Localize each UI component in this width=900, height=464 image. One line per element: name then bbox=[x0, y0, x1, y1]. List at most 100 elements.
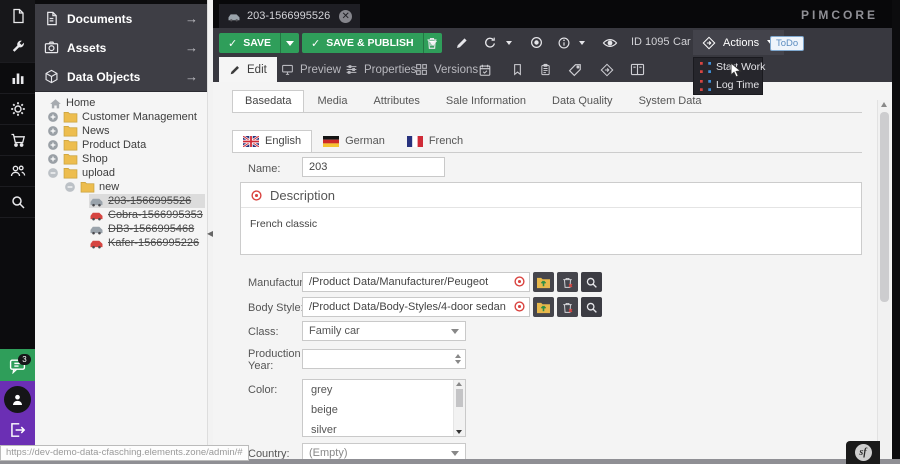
scroll-up-icon[interactable] bbox=[456, 382, 462, 386]
notes-button[interactable] bbox=[503, 57, 531, 82]
body-style-open-folder-button[interactable] bbox=[533, 297, 554, 317]
close-tab-icon[interactable]: ✕ bbox=[339, 10, 352, 23]
logout-button[interactable] bbox=[8, 421, 26, 439]
users-nav-button[interactable] bbox=[0, 155, 35, 187]
reports-nav-button[interactable] bbox=[0, 62, 35, 94]
tab-data-quality[interactable]: Data Quality bbox=[539, 90, 626, 113]
tree-item-new[interactable]: new bbox=[64, 180, 205, 194]
symfony-debug-button[interactable]: sf bbox=[846, 441, 880, 464]
open-object-tab[interactable]: 203-1566995526 ✕ bbox=[219, 4, 360, 28]
tree-item-news[interactable]: News bbox=[47, 124, 205, 138]
content-scrollbar[interactable] bbox=[877, 100, 891, 459]
tools-nav-button[interactable] bbox=[0, 31, 35, 63]
manufacturer-clear-button[interactable] bbox=[557, 272, 578, 292]
tab-media[interactable]: Media bbox=[304, 90, 360, 113]
preview-eye-button[interactable] bbox=[597, 30, 623, 55]
tab-lang-french[interactable]: French bbox=[396, 130, 474, 153]
edit-panel: Basedata Media Attributes Sale Informati… bbox=[213, 82, 892, 459]
uk-flag-icon bbox=[243, 136, 259, 147]
app-logger-button[interactable] bbox=[623, 57, 651, 82]
manufacturer-open-folder-button[interactable] bbox=[533, 272, 554, 292]
scrollbar-thumb[interactable] bbox=[456, 389, 463, 407]
german-flag-icon bbox=[323, 136, 339, 147]
tab-sale-information[interactable]: Sale Information bbox=[433, 90, 539, 113]
tree-item-home[interactable]: Home bbox=[49, 96, 205, 110]
tree-item-upload[interactable]: upload bbox=[47, 166, 205, 180]
scroll-down-icon[interactable] bbox=[456, 430, 462, 434]
settings-nav-button[interactable] bbox=[0, 93, 35, 125]
accordion-documents[interactable]: Documents → bbox=[35, 4, 207, 34]
manufacturer-search-button[interactable] bbox=[581, 272, 602, 292]
expand-plus-icon[interactable] bbox=[47, 153, 59, 165]
expand-plus-icon[interactable] bbox=[47, 111, 59, 123]
refresh-icon bbox=[483, 36, 497, 50]
expand-plus-icon[interactable] bbox=[47, 139, 59, 151]
manufacturer-input[interactable] bbox=[302, 272, 530, 292]
reload-button[interactable] bbox=[477, 30, 503, 55]
production-year-spinner[interactable] bbox=[302, 349, 466, 369]
spinner-arrows[interactable] bbox=[455, 354, 461, 364]
tree-item-db3[interactable]: DB3-1566995468 bbox=[89, 222, 205, 236]
tree-item-product-data[interactable]: Product Data bbox=[47, 138, 205, 152]
tab-edit[interactable]: Edit bbox=[219, 57, 277, 82]
description-title: Description bbox=[270, 188, 335, 203]
documents-nav-button[interactable] bbox=[0, 0, 35, 32]
tab-lang-english[interactable]: English bbox=[232, 130, 312, 153]
tab-strip: 203-1566995526 ✕ PIMCORE bbox=[213, 0, 892, 28]
body-style-input[interactable] bbox=[302, 297, 530, 317]
name-input[interactable] bbox=[302, 157, 445, 177]
expand-plus-icon[interactable] bbox=[47, 125, 59, 137]
tree-item-shop[interactable]: Shop bbox=[47, 152, 205, 166]
menu-item-log-time[interactable]: Log Time bbox=[694, 76, 762, 94]
tree-item-customer-management[interactable]: Customer Management bbox=[47, 110, 205, 124]
color-option-silver[interactable]: silver bbox=[303, 420, 465, 440]
cube-icon bbox=[44, 69, 59, 84]
body-style-clear-button[interactable] bbox=[557, 297, 578, 317]
tree-item-203[interactable]: 203-1566995526 bbox=[89, 194, 205, 208]
notifications-chat-button[interactable]: 3 bbox=[0, 349, 35, 381]
scroll-up-icon[interactable] bbox=[881, 102, 887, 107]
chevron-down-icon bbox=[451, 451, 459, 456]
tree-item-cobra[interactable]: Cobra-1566995353 bbox=[89, 208, 205, 222]
scrollbar-thumb[interactable] bbox=[880, 112, 889, 302]
save-publish-button[interactable]: ✓ SAVE & PUBLISH bbox=[302, 33, 423, 53]
pencil-icon bbox=[229, 64, 241, 76]
color-option-beige[interactable]: beige bbox=[303, 400, 465, 420]
user-avatar-button[interactable] bbox=[4, 386, 31, 413]
tab-basedata[interactable]: Basedata bbox=[232, 90, 304, 113]
search-nav-button[interactable] bbox=[0, 186, 35, 218]
workflow-button[interactable] bbox=[593, 57, 621, 82]
ecommerce-nav-button[interactable] bbox=[0, 124, 35, 156]
language-tab-bar: English German French bbox=[232, 130, 474, 153]
locate-in-tree-button[interactable] bbox=[523, 30, 549, 55]
collapse-minus-icon[interactable] bbox=[64, 181, 76, 193]
tab-attributes[interactable]: Attributes bbox=[360, 90, 432, 113]
collapse-minus-icon[interactable] bbox=[47, 167, 59, 179]
description-editor[interactable]: French classic bbox=[241, 208, 861, 240]
save-dropdown-button[interactable] bbox=[280, 33, 299, 53]
accordion-assets[interactable]: Assets → bbox=[35, 33, 207, 63]
search-icon bbox=[585, 301, 598, 314]
color-option-grey[interactable]: grey bbox=[303, 380, 465, 400]
schedule-button[interactable] bbox=[471, 57, 499, 82]
folder-upload-icon bbox=[536, 301, 551, 314]
info-dropdown-button[interactable] bbox=[574, 30, 590, 55]
menu-item-start-work[interactable]: Start Work bbox=[694, 58, 762, 76]
users-icon bbox=[10, 163, 26, 179]
save-button[interactable]: ✓ SAVE bbox=[219, 33, 280, 53]
reload-dropdown-button[interactable] bbox=[501, 30, 517, 55]
delete-button[interactable] bbox=[419, 30, 445, 55]
rename-button[interactable] bbox=[449, 30, 475, 55]
tree-item-kafer[interactable]: Kafer-1566995226 bbox=[89, 236, 205, 250]
color-multiselect[interactable]: grey beige silver bbox=[302, 379, 466, 437]
tags-button[interactable] bbox=[561, 57, 589, 82]
class-select[interactable]: Family car bbox=[302, 321, 466, 341]
color-list-scrollbar[interactable] bbox=[453, 380, 465, 436]
body-style-search-button[interactable] bbox=[581, 297, 602, 317]
home-icon bbox=[49, 97, 62, 110]
folder-icon bbox=[63, 125, 78, 137]
accordion-data-objects[interactable]: Data Objects → bbox=[35, 62, 207, 92]
tab-lang-german[interactable]: German bbox=[312, 130, 396, 153]
pimcore-logo: PIMCORE bbox=[801, 8, 878, 22]
reports-button[interactable] bbox=[531, 57, 559, 82]
